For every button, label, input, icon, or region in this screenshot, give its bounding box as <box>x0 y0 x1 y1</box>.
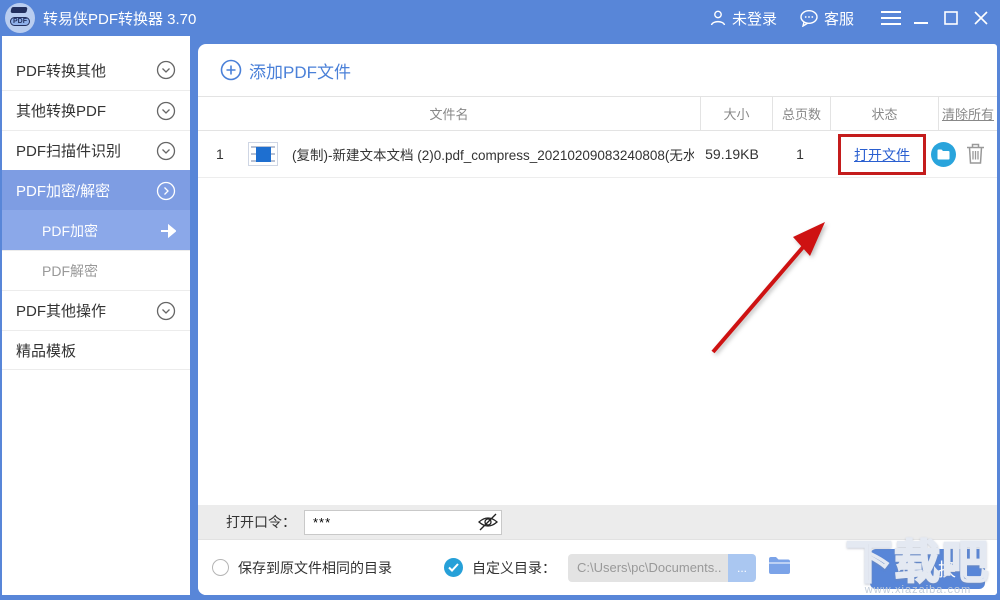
open-output-folder-button[interactable] <box>768 556 791 580</box>
red-highlight-box: 打开文件 <box>838 134 926 175</box>
sidebar-subitem-pdf-encrypt[interactable]: PDF加密 <box>2 210 190 250</box>
pdf-file-icon <box>248 142 278 166</box>
sidebar-item-label: PDF解密 <box>42 261 176 281</box>
custom-dir-label: 自定义目录： <box>472 558 556 578</box>
support-label: 客服 <box>824 8 854 29</box>
chevron-down-circle-icon <box>156 301 176 321</box>
app-logo-icon: PDF <box>5 3 35 33</box>
maximize-button[interactable] <box>936 0 966 36</box>
minimize-icon <box>914 11 928 25</box>
hamburger-icon <box>881 11 901 25</box>
menu-button[interactable] <box>876 0 906 36</box>
login-label: 未登录 <box>732 8 777 29</box>
sidebar-item-label: PDF加密/解密 <box>16 180 156 201</box>
close-button[interactable] <box>966 0 996 36</box>
chevron-right-circle-icon <box>156 181 176 201</box>
save-same-dir-radio[interactable] <box>212 559 229 576</box>
password-input[interactable] <box>304 510 502 535</box>
row-size: 59.19KB <box>694 146 770 162</box>
save-same-dir-label: 保存到原文件相同的目录 <box>238 558 392 578</box>
password-bar: 打开口令： <box>198 505 997 539</box>
minimize-button[interactable] <box>906 0 936 36</box>
sidebar-item-pdf-to-other[interactable]: PDF转换其他 <box>2 50 190 90</box>
arrow-right-icon <box>160 224 176 238</box>
login-button[interactable]: 未登录 <box>709 8 777 29</box>
sidebar-item-label: PDF转换其他 <box>16 60 156 81</box>
open-file-link[interactable]: 打开文件 <box>854 145 910 165</box>
custom-dir-input[interactable] <box>568 554 728 582</box>
sidebar-item-label: PDF扫描件识别 <box>16 140 156 161</box>
sidebar-item-pdf-other-ops[interactable]: PDF其他操作 <box>2 290 190 330</box>
close-icon <box>974 11 988 25</box>
clear-all-link[interactable]: 清除所有 <box>938 97 997 130</box>
sidebar-item-label: PDF加密 <box>42 221 160 241</box>
open-folder-button[interactable] <box>931 142 956 167</box>
table-row: 1 (复制)-新建文本文档 (2)0.pdf_compress_20210209… <box>198 131 997 178</box>
custom-dir-radio-checked[interactable] <box>444 558 463 577</box>
folder-icon <box>768 556 791 575</box>
sidebar-item-pdf-scan-ocr[interactable]: PDF扫描件识别 <box>2 130 190 170</box>
row-filename: (复制)-新建文本文档 (2)0.pdf_compress_2021020908… <box>292 144 694 164</box>
sidebar: PDF转换其他 其他转换PDF PDF扫描件识别 PDF加密/解密 PDF加密 <box>2 36 190 595</box>
row-pages: 1 <box>770 146 830 162</box>
sidebar-item-label: PDF其他操作 <box>16 300 156 321</box>
titlebar: PDF 转易侠PDF转换器 3.70 未登录 客服 <box>0 0 1000 36</box>
chat-bubble-icon <box>799 9 819 27</box>
plus-circle-icon <box>220 59 242 81</box>
header-pages: 总页数 <box>772 97 830 130</box>
maximize-icon <box>944 11 958 25</box>
sidebar-item-other-to-pdf[interactable]: 其他转换PDF <box>2 90 190 130</box>
chevron-down-circle-icon <box>156 141 176 161</box>
table-header: 文件名 大小 总页数 状态 清除所有 <box>198 96 997 131</box>
trash-icon <box>966 143 985 164</box>
password-label: 打开口令： <box>226 512 296 532</box>
header-filename: 文件名 <box>198 97 700 130</box>
check-icon <box>448 563 459 572</box>
sidebar-subitem-pdf-decrypt[interactable]: PDF解密 <box>2 250 190 290</box>
browse-button[interactable]: ... <box>728 554 756 582</box>
header-size: 大小 <box>700 97 772 130</box>
sidebar-item-premium-templates[interactable]: 精品模板 <box>2 330 190 370</box>
support-button[interactable]: 客服 <box>799 8 854 29</box>
chevron-down-circle-icon <box>156 101 176 121</box>
add-pdf-label: 添加PDF文件 <box>249 58 351 83</box>
delete-row-button[interactable] <box>966 143 985 167</box>
row-index: 1 <box>198 146 232 162</box>
app-title: 转易侠PDF转换器 3.70 <box>43 8 196 29</box>
chevron-down-circle-icon <box>156 60 176 80</box>
main-content: 添加PDF文件 文件名 大小 总页数 状态 清除所有 1 (复制)-新建文本文档… <box>198 44 997 595</box>
add-pdf-button[interactable]: 添加PDF文件 <box>220 58 351 83</box>
header-status: 状态 <box>830 97 938 130</box>
red-pointer-arrow <box>698 194 848 359</box>
sidebar-item-label: 其他转换PDF <box>16 100 156 121</box>
sidebar-item-pdf-encrypt-decrypt[interactable]: PDF加密/解密 <box>2 170 190 210</box>
sidebar-item-label: 精品模板 <box>16 340 176 361</box>
folder-icon <box>937 149 950 160</box>
convert-button[interactable]: 转 换 <box>870 549 985 589</box>
footer-bar: 保存到原文件相同的目录 自定义目录： ... 转 换 <box>198 539 997 595</box>
user-icon <box>709 9 727 27</box>
eye-slash-icon[interactable] <box>477 512 499 537</box>
